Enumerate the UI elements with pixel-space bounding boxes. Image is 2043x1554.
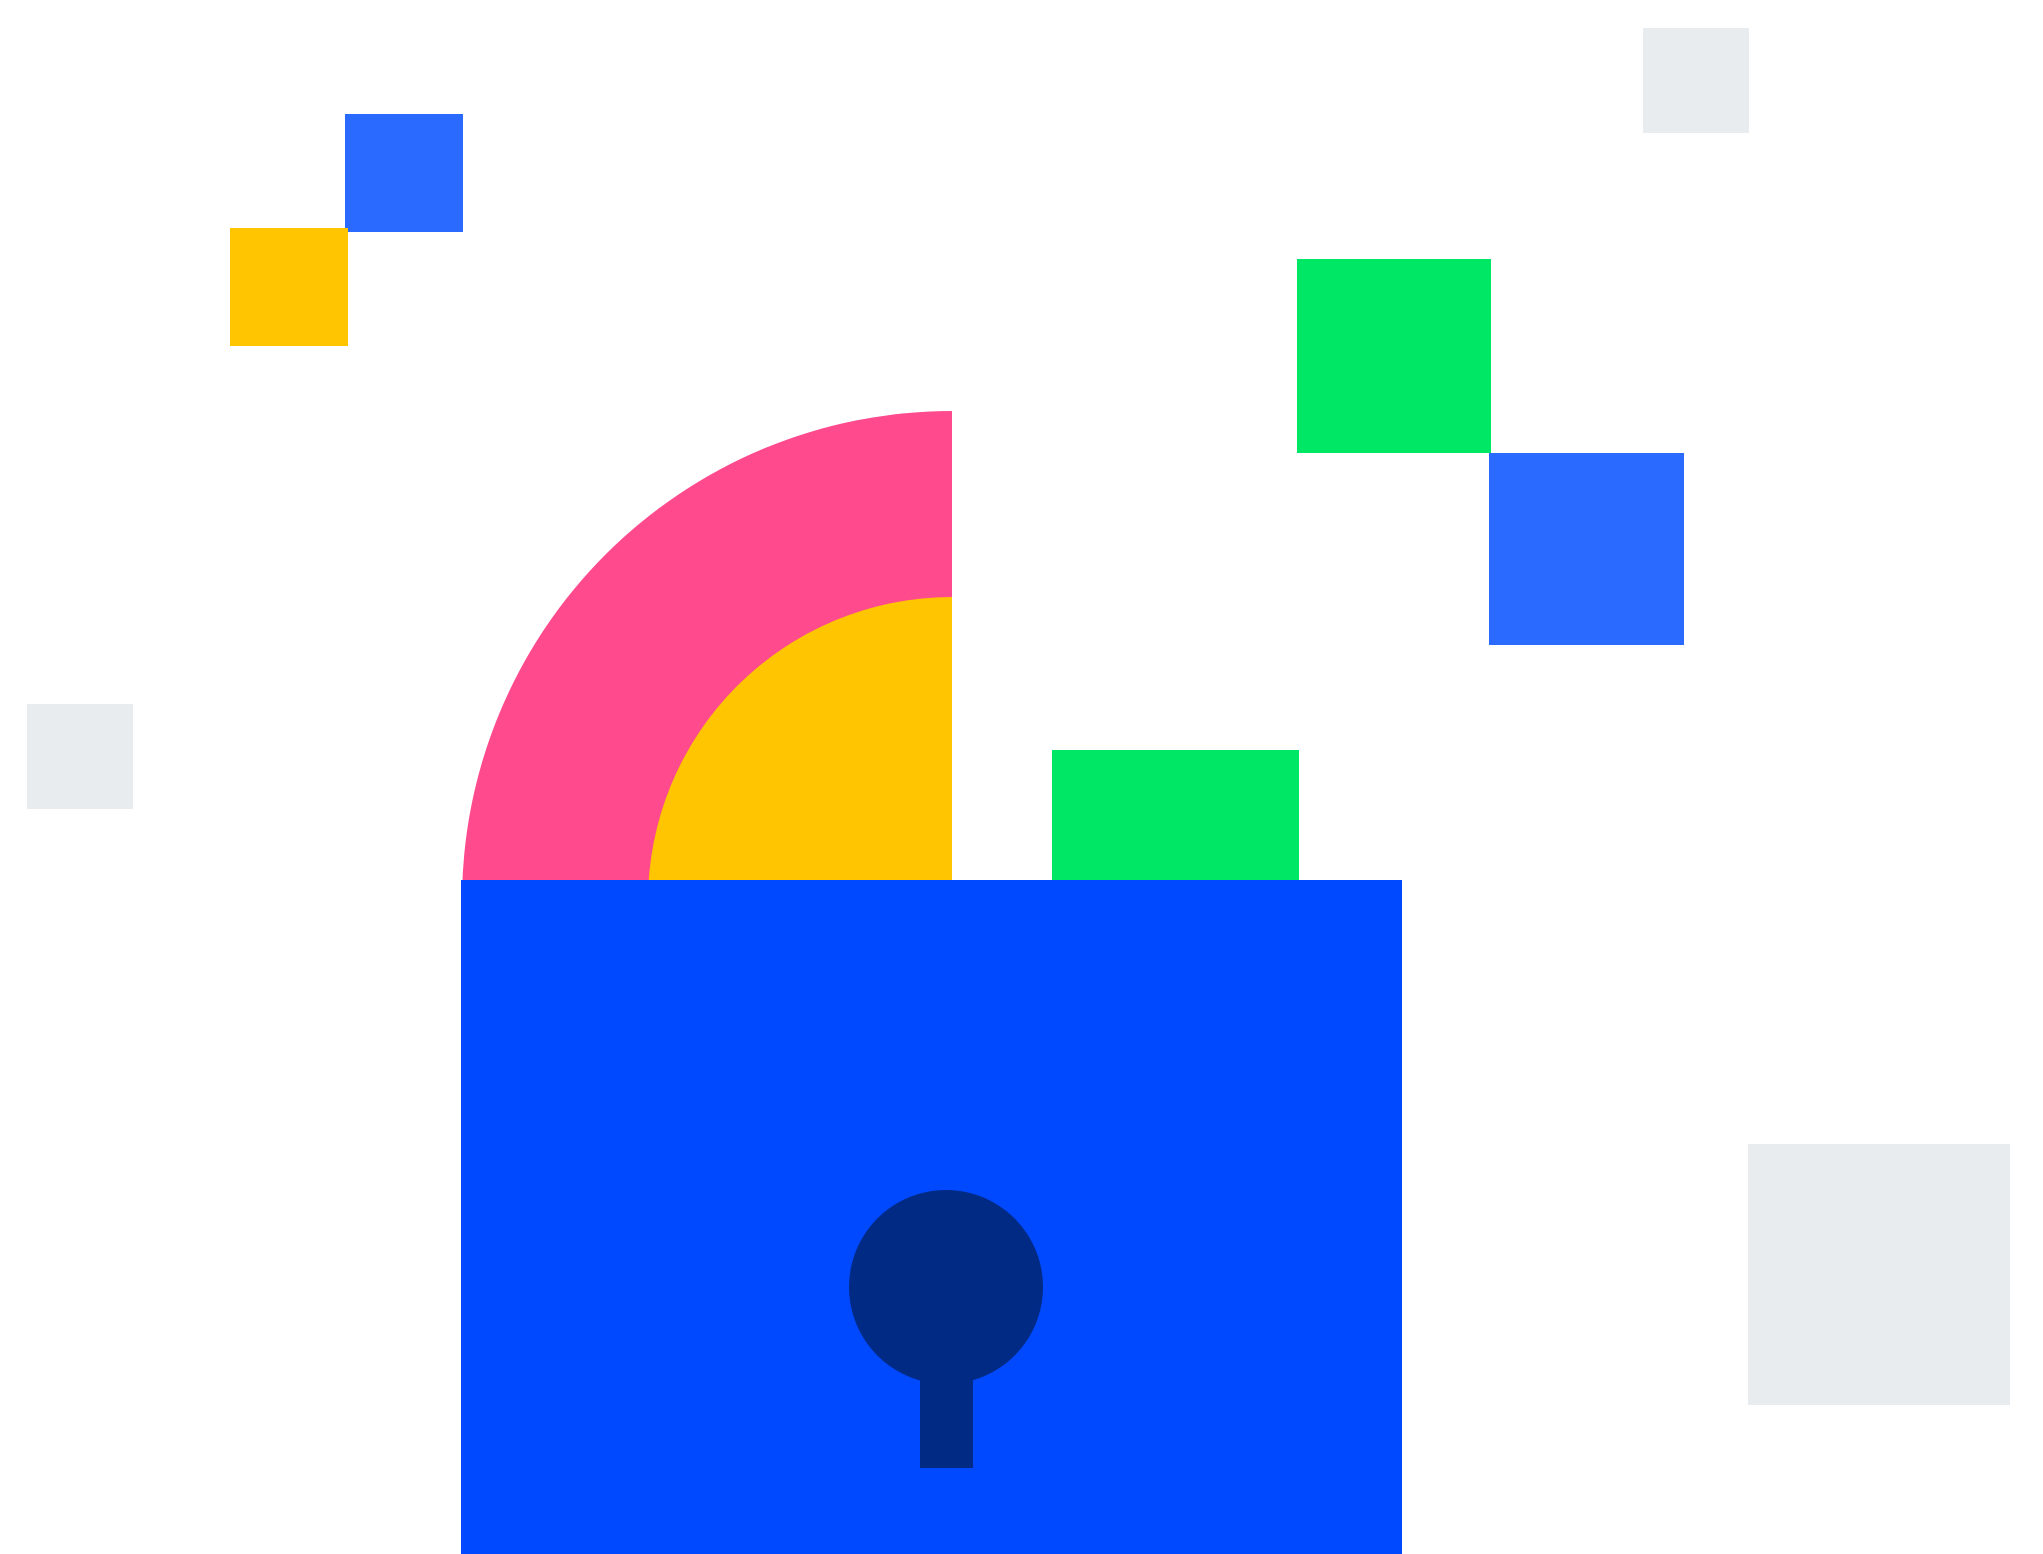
blue-square-top-left — [345, 114, 463, 232]
yellow-square-top-left — [230, 228, 348, 346]
gray-square-bottom-right — [1748, 1144, 2010, 1405]
green-block-center — [1052, 750, 1299, 901]
unlocked-padlock-illustration — [27, 28, 2010, 1554]
blue-square-right — [1489, 453, 1684, 645]
gray-square-left — [27, 704, 133, 809]
gray-square-top-right — [1643, 28, 1749, 133]
green-square-top-right — [1297, 259, 1491, 453]
